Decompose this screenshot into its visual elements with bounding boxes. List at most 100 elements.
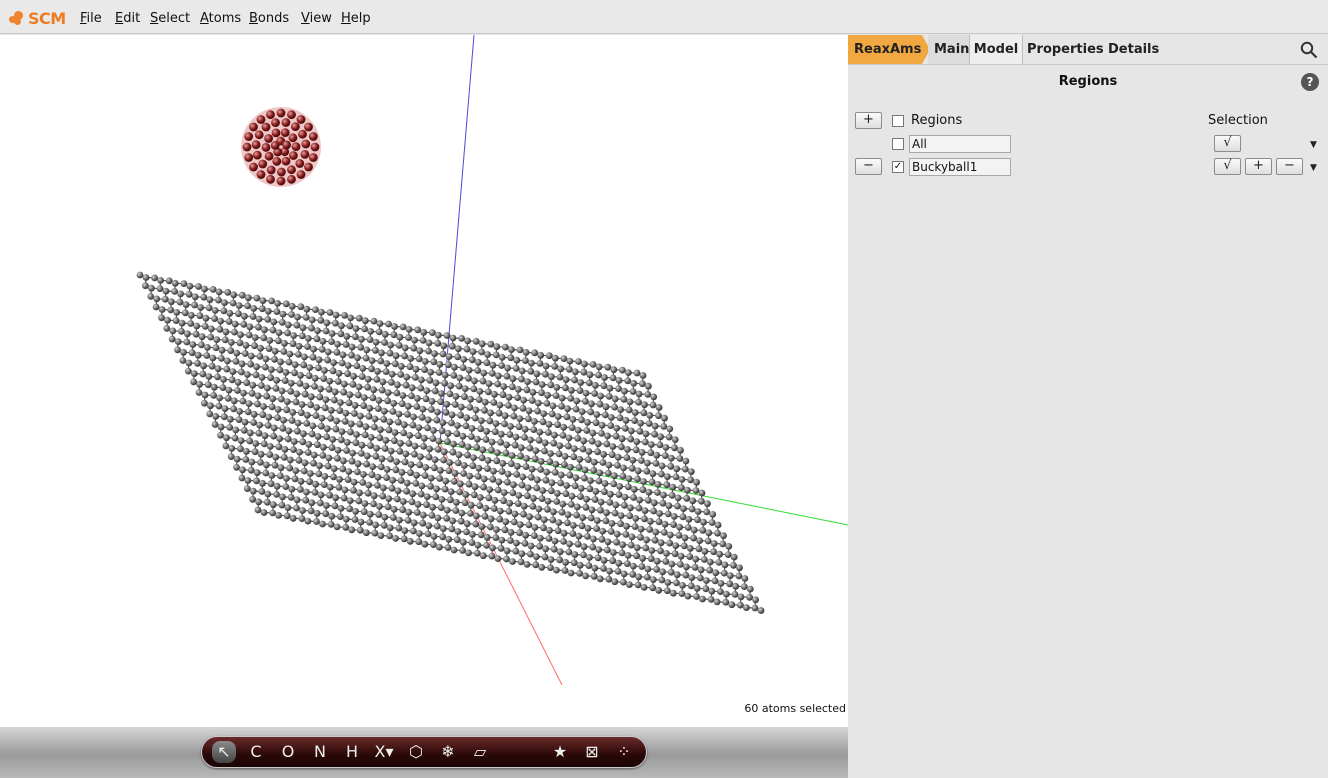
carbon-atom[interactable]: [246, 437, 254, 445]
carbon-atom[interactable]: [397, 477, 405, 484]
carbon-atom[interactable]: [681, 465, 689, 473]
carbon-atom[interactable]: [677, 561, 684, 568]
carbon-atom[interactable]: [211, 307, 219, 314]
carbon-atom[interactable]: [698, 489, 706, 497]
carbon-atom[interactable]: [316, 462, 323, 470]
carbon-atom[interactable]: [516, 521, 524, 528]
carbon-atom[interactable]: [224, 288, 232, 296]
menu-help[interactable]: Help: [341, 11, 371, 26]
carbon-atom[interactable]: [488, 369, 496, 377]
carbon-atom[interactable]: [492, 534, 500, 541]
carbon-atom[interactable]: [510, 518, 518, 526]
region-buckyball1-select-button[interactable]: √: [1214, 158, 1241, 175]
carbon-atom[interactable]: [671, 550, 679, 558]
search-icon[interactable]: [1300, 41, 1318, 59]
buckyball-atom[interactable]: [271, 128, 281, 138]
carbon-atom[interactable]: [324, 462, 332, 470]
carbon-atom[interactable]: [449, 448, 457, 456]
carbon-atom[interactable]: [298, 332, 306, 340]
carbon-atom[interactable]: [508, 452, 516, 459]
carbon-atom[interactable]: [574, 426, 582, 434]
carbon-atom[interactable]: [333, 417, 340, 425]
carbon-atom[interactable]: [386, 532, 393, 540]
carbon-atom[interactable]: [551, 469, 559, 476]
carbon-atom[interactable]: [516, 529, 523, 537]
carbon-atom[interactable]: [446, 390, 454, 398]
carbon-atom[interactable]: [277, 358, 284, 366]
carbon-atom[interactable]: [583, 495, 590, 503]
menu-bonds[interactable]: Bonds: [249, 11, 289, 26]
carbon-atom[interactable]: [671, 444, 678, 452]
carbon-atom[interactable]: [277, 395, 285, 403]
carbon-atom[interactable]: [404, 516, 412, 524]
carbon-atom[interactable]: [450, 372, 458, 379]
carbon-atom[interactable]: [473, 443, 481, 451]
carbon-atom[interactable]: [524, 492, 531, 500]
carbon-atom[interactable]: [625, 475, 633, 482]
carbon-atom[interactable]: [290, 438, 298, 445]
carbon-atom[interactable]: [647, 441, 655, 448]
carbon-atom[interactable]: [590, 572, 598, 580]
carbon-atom[interactable]: [157, 277, 165, 284]
carbon-atom[interactable]: [502, 343, 509, 351]
buckyball-atom[interactable]: [288, 133, 298, 143]
carbon-atom[interactable]: [161, 295, 169, 303]
carbon-atom[interactable]: [317, 316, 325, 324]
carbon-atom[interactable]: [451, 363, 458, 371]
carbon-atom[interactable]: [700, 556, 708, 563]
carbon-atom[interactable]: [215, 288, 223, 296]
carbon-atom[interactable]: [539, 487, 547, 494]
carbon-atom[interactable]: [171, 279, 179, 287]
carbon-atom[interactable]: [665, 433, 673, 441]
carbon-atom[interactable]: [246, 323, 254, 331]
carbon-atom[interactable]: [537, 466, 544, 473]
carbon-atom[interactable]: [274, 414, 281, 421]
carbon-atom[interactable]: [216, 325, 224, 333]
carbon-atom[interactable]: [494, 380, 502, 388]
carbon-atom[interactable]: [558, 508, 566, 516]
carbon-atom[interactable]: [684, 524, 692, 531]
carbon-atom[interactable]: [454, 528, 462, 535]
carbon-atom[interactable]: [222, 442, 230, 450]
carbon-atom[interactable]: [430, 541, 437, 548]
carbon-atom[interactable]: [610, 366, 618, 374]
carbon-atom[interactable]: [278, 318, 286, 326]
carbon-atom[interactable]: [488, 446, 495, 454]
carbon-atom[interactable]: [501, 412, 509, 420]
carbon-atom[interactable]: [366, 519, 373, 526]
carbon-atom[interactable]: [547, 556, 555, 563]
carbon-atom[interactable]: [250, 305, 258, 312]
carbon-atom[interactable]: [477, 417, 485, 424]
carbon-atom[interactable]: [178, 327, 185, 335]
carbon-atom[interactable]: [200, 362, 207, 370]
carbon-atom[interactable]: [618, 549, 626, 557]
carbon-atom[interactable]: [368, 357, 376, 364]
carbon-atom[interactable]: [488, 552, 496, 560]
region-buckyball1-add-selection-button[interactable]: +: [1245, 158, 1272, 175]
carbon-atom[interactable]: [411, 374, 419, 381]
carbon-atom[interactable]: [299, 507, 306, 514]
carbon-atom[interactable]: [359, 365, 367, 372]
carbon-atom[interactable]: [695, 545, 703, 553]
carbon-atom[interactable]: [630, 494, 637, 501]
carbon-atom[interactable]: [630, 485, 638, 493]
carbon-atom[interactable]: [225, 318, 233, 325]
carbon-atom[interactable]: [337, 330, 345, 338]
carbon-atom[interactable]: [328, 338, 335, 345]
carbon-atom[interactable]: [240, 389, 247, 397]
carbon-atom[interactable]: [517, 452, 524, 460]
carbon-atom[interactable]: [379, 492, 387, 500]
carbon-atom[interactable]: [417, 376, 425, 384]
carbon-atom[interactable]: [377, 532, 385, 539]
carbon-atom[interactable]: [548, 373, 555, 381]
carbon-atom[interactable]: [567, 463, 574, 471]
carbon-atom[interactable]: [582, 503, 590, 511]
carbon-atom[interactable]: [584, 456, 592, 463]
carbon-atom[interactable]: [524, 378, 531, 385]
carbon-atom[interactable]: [537, 351, 545, 359]
carbon-atom[interactable]: [538, 563, 546, 571]
carbon-atom[interactable]: [273, 376, 280, 384]
carbon-atom[interactable]: [657, 547, 664, 555]
carbon-atom[interactable]: [270, 424, 278, 432]
carbon-atom[interactable]: [229, 368, 237, 375]
